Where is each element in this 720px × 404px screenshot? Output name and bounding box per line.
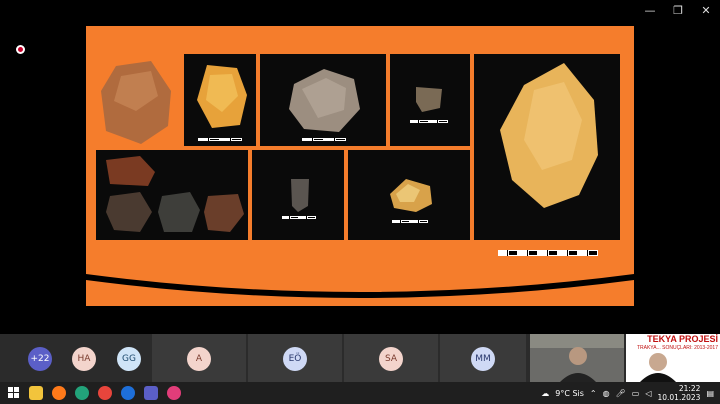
participant-overflow-tile[interactable]: +22 HA GG: [0, 334, 150, 382]
stone-artifact-image-1: [101, 61, 171, 144]
window-controls: — ❐ ✕: [644, 4, 712, 17]
artifact-tile-3: [260, 54, 386, 146]
file-explorer-icon[interactable]: [29, 386, 43, 400]
clock[interactable]: 21:22 10.01.2023: [657, 384, 700, 402]
participant-avatar[interactable]: +22: [28, 347, 52, 371]
participant-avatar[interactable]: MM: [471, 347, 495, 371]
recording-indicator-icon: [16, 45, 25, 54]
person-video-icon: [640, 353, 676, 382]
participant-avatar[interactable]: EÖ: [283, 347, 307, 371]
clock-time: 21:22: [678, 384, 701, 393]
participant-video-tile[interactable]: [530, 334, 624, 382]
artifact-tile-6: [96, 150, 248, 240]
slide-decoration-curve: [86, 274, 634, 298]
video-title-text: TEKYA PROJESİ: [647, 334, 718, 344]
artifact-tile-4: [390, 54, 470, 146]
weather-text[interactable]: 9°C Sis: [555, 389, 584, 398]
shared-slide: [86, 26, 634, 306]
minimize-button[interactable]: —: [644, 4, 656, 17]
firefox-icon[interactable]: [52, 386, 66, 400]
participant-avatar[interactable]: HA: [72, 347, 96, 371]
steam-icon[interactable]: [121, 386, 135, 400]
network-icon[interactable]: ▭: [632, 389, 640, 398]
artifact-tile-5: [474, 54, 620, 256]
maximize-button[interactable]: ❐: [672, 4, 684, 17]
uplay-icon[interactable]: [75, 386, 89, 400]
participant-avatar[interactable]: SA: [379, 347, 403, 371]
windows-start-icon[interactable]: [8, 387, 20, 399]
artifact-tile-7: [252, 150, 344, 240]
volume-icon[interactable]: ◁: [645, 389, 651, 398]
taskbar: ☁ 9°C Sis ⌃ ◍ 🎤︎ ▭ ◁ 21:22 10.01.2023 ▤: [0, 382, 720, 404]
participant-tile[interactable]: SA: [344, 334, 438, 382]
person-video-icon: [530, 334, 624, 382]
notification-icon[interactable]: ▤: [706, 389, 714, 398]
artifact-tile-8: [348, 150, 470, 240]
microphone-icon[interactable]: 🎤︎: [616, 389, 626, 398]
chevron-up-icon[interactable]: ⌃: [590, 389, 597, 398]
chrome-icon[interactable]: [98, 386, 112, 400]
people-icon[interactable]: ◍: [603, 389, 610, 398]
teams-icon[interactable]: [144, 386, 158, 400]
presenter-video-tile[interactable]: TEKYA PROJESİ TRAKYA... SONUÇLARI: 2013-…: [626, 334, 720, 382]
color-app-icon[interactable]: [167, 386, 181, 400]
participant-tile[interactable]: MM: [440, 334, 526, 382]
artifact-tile-2: [184, 54, 256, 146]
participant-tile[interactable]: EÖ: [248, 334, 342, 382]
clock-date: 10.01.2023: [657, 393, 701, 402]
weather-icon[interactable]: ☁: [541, 389, 549, 398]
close-button[interactable]: ✕: [700, 4, 712, 17]
participant-avatar[interactable]: A: [187, 347, 211, 371]
system-tray: ☁ 9°C Sis ⌃ ◍ 🎤︎ ▭ ◁ 21:22 10.01.2023 ▤: [541, 382, 714, 404]
participant-tile[interactable]: A: [152, 334, 246, 382]
participant-avatar[interactable]: GG: [117, 347, 141, 371]
